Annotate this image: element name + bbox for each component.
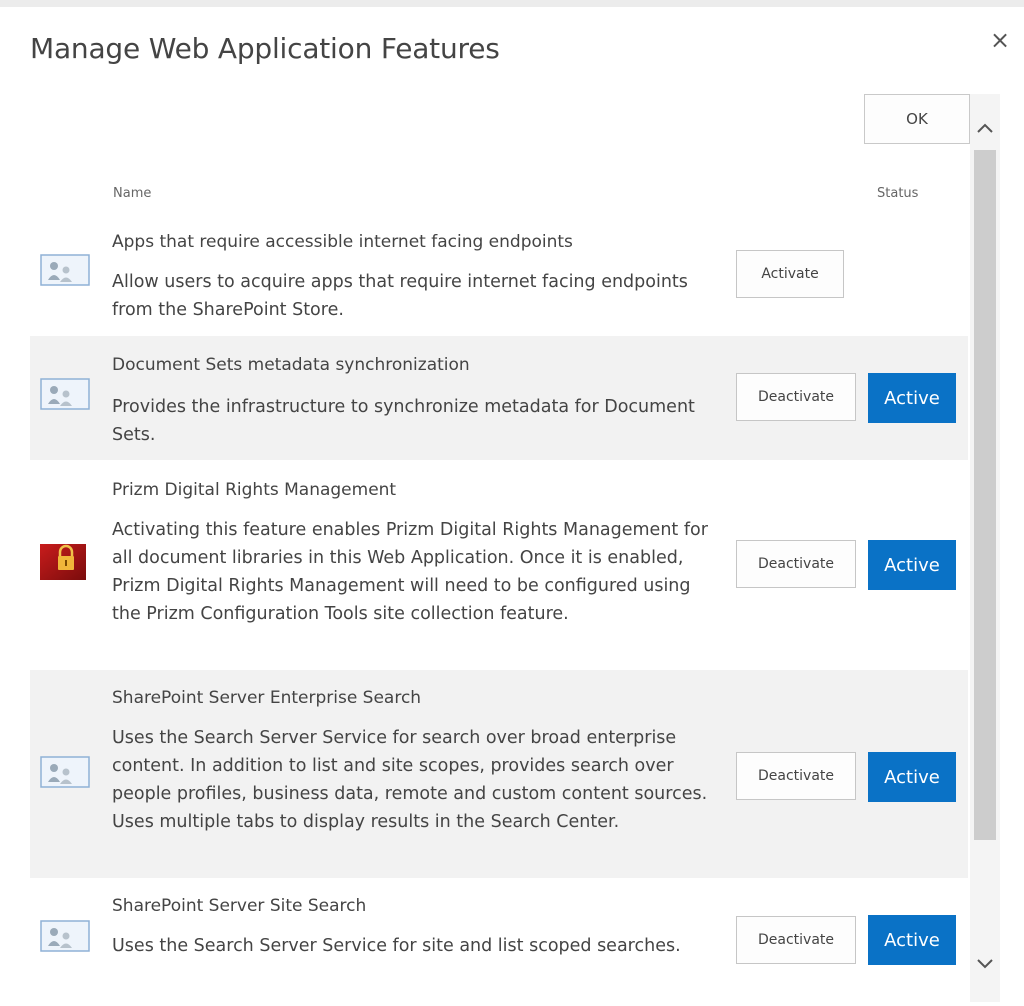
deactivate-button[interactable]: Deactivate [736, 916, 856, 964]
feature-description: Allow users to acquire apps that require… [112, 272, 688, 320]
column-header-name: Name [113, 186, 152, 201]
status-badge: Active [868, 752, 956, 802]
feature-icon [40, 378, 90, 410]
feature-description: Provides the infrastructure to synchroni… [112, 397, 695, 445]
status-badge: Active [868, 915, 956, 965]
close-icon[interactable]: × [986, 26, 1014, 54]
feature-description: Activating this feature enables Prizm Di… [112, 520, 708, 624]
feature-title: SharePoint Server Enterprise Search [112, 688, 422, 708]
feature-row: SharePoint Server Enterprise Search Uses… [30, 670, 968, 878]
ok-button[interactable]: OK [864, 94, 970, 144]
scroll-up-icon[interactable] [972, 116, 998, 142]
deactivate-button[interactable]: Deactivate [736, 752, 856, 800]
dialog-title: Manage Web Application Features [30, 32, 500, 65]
scroll-down-icon[interactable] [972, 952, 998, 978]
feature-title: SharePoint Server Site Search [112, 896, 367, 916]
feature-list: Apps that require accessible internet fa… [30, 222, 968, 998]
feature-title: Apps that require accessible internet fa… [112, 232, 573, 252]
status-badge: Active [868, 540, 956, 590]
feature-description: Uses the Search Server Service for searc… [112, 728, 708, 832]
lock-icon [40, 544, 86, 580]
feature-icon [40, 756, 90, 788]
deactivate-button[interactable]: Deactivate [736, 373, 856, 421]
feature-title: Document Sets metadata synchronization [112, 355, 470, 375]
status-badge: Active [868, 373, 956, 423]
activate-button[interactable]: Activate [736, 250, 844, 298]
deactivate-button[interactable]: Deactivate [736, 540, 856, 588]
feature-title: Prizm Digital Rights Management [112, 480, 397, 500]
feature-icon [40, 920, 90, 952]
feature-row: Apps that require accessible internet fa… [30, 222, 968, 336]
feature-row: SharePoint Server Site Search Uses the S… [30, 878, 968, 998]
feature-row: Document Sets metadata synchronization P… [30, 336, 968, 460]
scrollbar-thumb[interactable] [974, 150, 996, 840]
column-header-status: Status [877, 186, 919, 201]
top-strip [0, 0, 1024, 7]
feature-row: Prizm Digital Rights Management Activati… [30, 460, 968, 670]
feature-icon [40, 254, 90, 286]
feature-description: Uses the Search Server Service for site … [112, 936, 681, 956]
